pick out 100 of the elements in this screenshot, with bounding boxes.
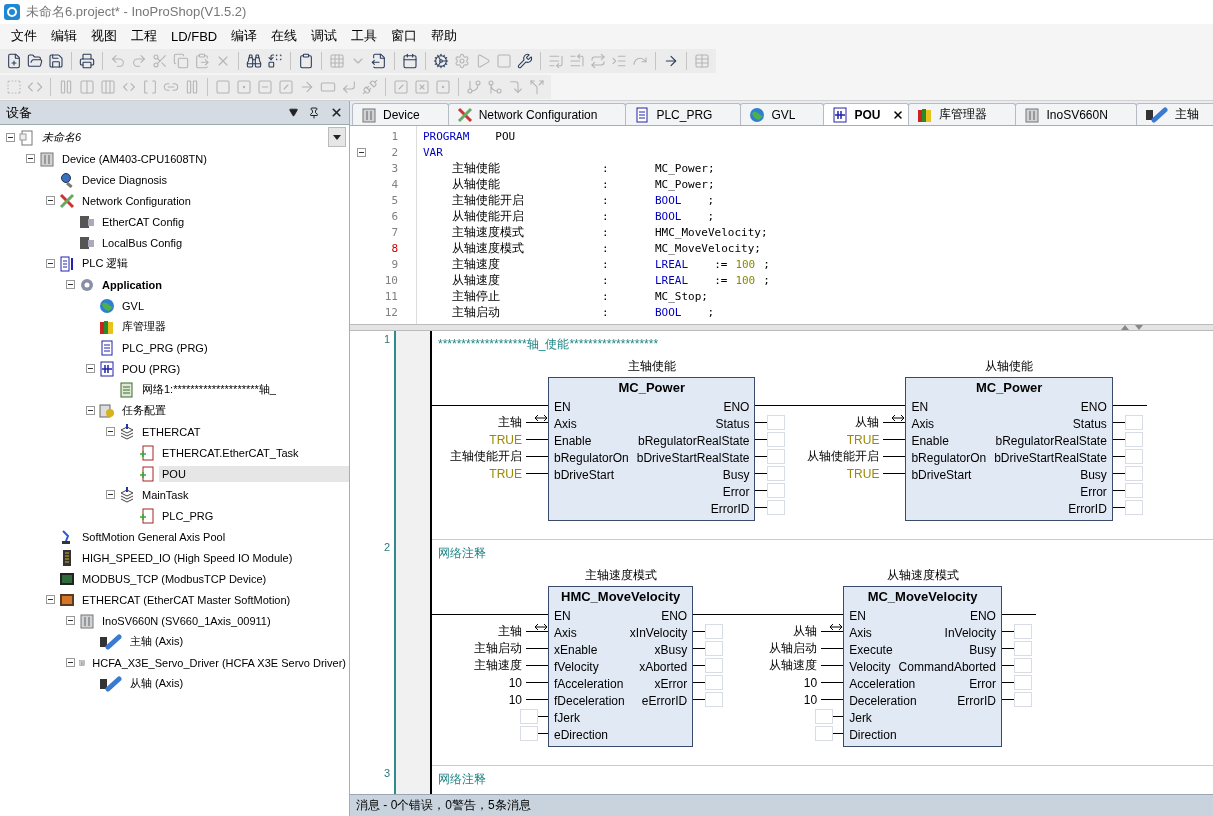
editor-tab[interactable]: GVL — [740, 103, 825, 125]
tree-item[interactable]: PLC_PRG — [159, 507, 217, 524]
tree-item[interactable]: PLC_PRG (PRG) — [119, 339, 211, 356]
tree-item[interactable]: Device Diagnosis — [79, 171, 170, 188]
editor-tab[interactable]: 主轴 — [1135, 103, 1213, 125]
editor-tab[interactable]: POU — [823, 103, 910, 125]
tree-item[interactable]: InoSV660N (SV660_1Axis_00911) — [99, 612, 274, 629]
collapse-toggle[interactable] — [86, 364, 95, 373]
collapse-toggle[interactable] — [66, 616, 75, 625]
empty-output-slot[interactable] — [1124, 415, 1143, 430]
tree-item[interactable]: Application — [99, 276, 165, 293]
collapse-toggle[interactable] — [66, 280, 75, 289]
tree-item[interactable]: PLC 逻辑 — [79, 254, 132, 273]
collapse-toggle[interactable] — [6, 133, 15, 142]
editor-tab[interactable]: 库管理器 — [908, 103, 1017, 125]
menu-item[interactable]: 工程 — [124, 25, 164, 47]
empty-output-slot[interactable] — [1013, 658, 1032, 673]
function-block[interactable]: MC_Power EN ENO Axis Status Enable bRegulatorRealState bRegulatorOn bDriveStartRealState bDriveStart Busy Error ErrorID — [548, 377, 756, 521]
empty-input-slot[interactable] — [520, 726, 538, 741]
empty-output-slot[interactable] — [767, 432, 786, 447]
empty-output-slot[interactable] — [767, 449, 786, 464]
tree-item[interactable]: 从轴 (Axis) — [127, 674, 187, 693]
menu-item[interactable]: 编译 — [224, 25, 265, 47]
empty-input-slot[interactable] — [520, 709, 538, 724]
save-icon[interactable] — [48, 53, 64, 69]
tree-item[interactable]: ETHERCAT.EtherCAT_Task — [159, 444, 302, 461]
tree-item[interactable]: ETHERCAT (EtherCAT Master SoftMotion) — [79, 591, 294, 608]
binoculars-icon[interactable] — [246, 53, 262, 69]
menu-item[interactable]: 文件 — [4, 25, 44, 47]
tree-item[interactable]: Device (AM403-CPU1608TN) — [59, 150, 210, 167]
tree-item[interactable]: POU — [159, 465, 349, 482]
tree-item[interactable]: SoftMotion General Axis Pool — [79, 528, 229, 545]
tree-item[interactable]: POU (PRG) — [119, 360, 184, 377]
collapse-toggle[interactable] — [46, 595, 55, 604]
collapse-toggle[interactable] — [26, 154, 35, 163]
new-file-icon[interactable] — [6, 53, 22, 69]
replace-icon[interactable] — [267, 53, 283, 69]
dropdown-button[interactable] — [328, 127, 346, 147]
menu-item[interactable]: 在线 — [264, 25, 305, 47]
close-icon[interactable] — [330, 106, 343, 119]
empty-output-slot[interactable] — [705, 658, 724, 673]
tree-item[interactable]: 库管理器 — [119, 317, 169, 336]
empty-output-slot[interactable] — [767, 483, 786, 498]
function-block[interactable]: HMC_MoveVelocity EN ENO Axis xInVelocity xEnable xBusy fVelocity xAborted fAcceleration xError fDeceleration eErrorID fJerk eDirection — [548, 586, 694, 747]
empty-output-slot[interactable] — [767, 466, 786, 481]
empty-output-slot[interactable] — [1013, 624, 1032, 639]
gear-icon[interactable] — [433, 53, 449, 69]
printer-icon[interactable] — [79, 53, 95, 69]
editor-tab[interactable]: PLC_PRG — [625, 103, 742, 125]
tree-item[interactable]: MODBUS_TCP (ModbusTCP Device) — [79, 570, 270, 587]
tree-item[interactable]: HCFA_X3E_Servo_Driver (HCFA X3E Servo Driver) — [89, 654, 349, 671]
tree-item[interactable]: 任务配置 — [119, 401, 169, 420]
tree-item[interactable]: GVL — [119, 297, 147, 314]
empty-output-slot[interactable] — [705, 692, 724, 707]
pin-icon[interactable] — [308, 106, 320, 119]
empty-output-slot[interactable] — [1013, 692, 1032, 707]
calendar-icon[interactable] — [402, 53, 418, 69]
tree-item[interactable]: Network Configuration — [79, 192, 194, 209]
empty-output-slot[interactable] — [705, 624, 724, 639]
clipboard-icon[interactable] — [298, 53, 314, 69]
menu-item[interactable]: 视图 — [84, 25, 124, 47]
function-block[interactable]: MC_Power EN ENO Axis Status Enable bRegulatorRealState bRegulatorOn bDriveStartRealState bDriveStart Busy Error ErrorID — [905, 377, 1113, 521]
tree-item[interactable]: 主轴 (Axis) — [127, 632, 187, 651]
menu-item[interactable]: 窗口 — [384, 25, 425, 47]
empty-output-slot[interactable] — [767, 500, 786, 515]
empty-output-slot[interactable] — [1124, 500, 1143, 515]
folder-icon[interactable] — [27, 53, 43, 69]
editor-tab[interactable]: InoSV660N — [1015, 103, 1137, 125]
tree-item[interactable]: HIGH_SPEED_IO (High Speed IO Module) — [79, 549, 296, 566]
collapse-toggle[interactable] — [66, 658, 75, 667]
close-icon[interactable] — [892, 108, 905, 121]
empty-output-slot[interactable] — [705, 675, 724, 690]
editor-tab[interactable]: Device — [352, 103, 449, 125]
collapse-toggle[interactable] — [86, 406, 95, 415]
editor-tab[interactable]: Network Configuration — [447, 103, 627, 125]
menu-item[interactable]: 调试 — [304, 25, 345, 47]
empty-output-slot[interactable] — [1013, 675, 1032, 690]
empty-output-slot[interactable] — [1124, 432, 1143, 447]
tree-item[interactable]: MainTask — [139, 486, 192, 503]
tree-item[interactable]: 网络1:********************轴_ — [139, 380, 279, 399]
empty-input-slot[interactable] — [815, 709, 834, 724]
menu-item[interactable]: 帮助 — [424, 25, 465, 47]
empty-output-slot[interactable] — [705, 641, 724, 656]
empty-input-slot[interactable] — [815, 726, 834, 741]
tree-item[interactable]: 未命名6 — [39, 128, 85, 147]
collapse-toggle[interactable] — [106, 427, 115, 436]
export-icon[interactable] — [371, 53, 387, 69]
empty-output-slot[interactable] — [1013, 641, 1032, 656]
caret-icon[interactable] — [289, 108, 298, 117]
fold-toggle[interactable] — [357, 147, 366, 157]
collapse-toggle[interactable] — [106, 490, 115, 499]
empty-output-slot[interactable] — [1124, 466, 1143, 481]
function-block[interactable]: MC_MoveVelocity EN ENO Axis InVelocity Execute Busy Velocity CommandAborted Acceleration Error Deceleration ErrorID Jerk Direction — [843, 586, 1002, 747]
menu-item[interactable]: LD/FBD — [164, 26, 225, 46]
empty-output-slot[interactable] — [1124, 483, 1143, 498]
wrench-icon[interactable] — [517, 53, 533, 69]
tree-item[interactable]: EtherCAT Config — [99, 213, 188, 230]
menu-item[interactable]: 编辑 — [44, 25, 84, 47]
empty-output-slot[interactable] — [1124, 449, 1143, 464]
tree-item[interactable]: LocalBus Config — [99, 234, 186, 251]
